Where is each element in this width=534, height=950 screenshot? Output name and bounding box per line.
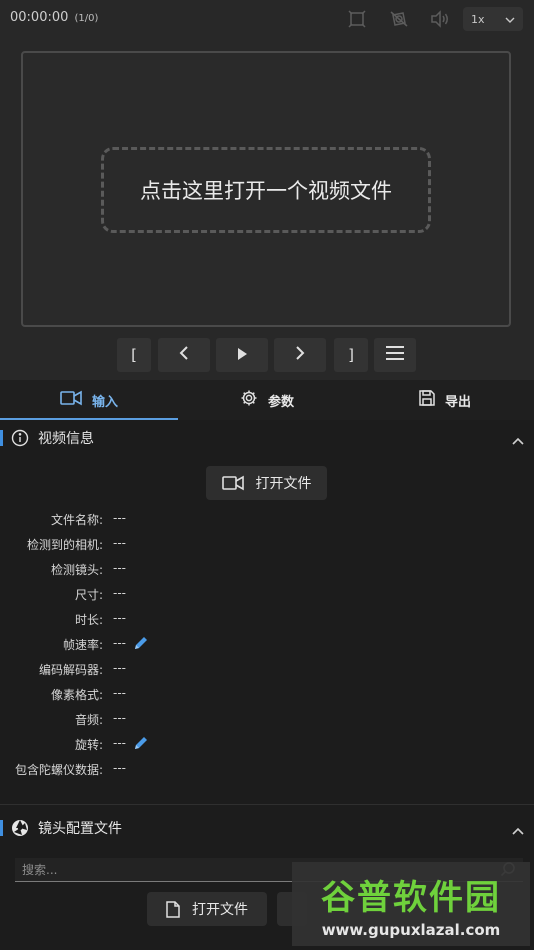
info-row-pixel-format: 像素格式: --- bbox=[0, 683, 534, 708]
info-value: --- bbox=[113, 711, 126, 725]
info-value: --- bbox=[113, 686, 126, 700]
open-video-dropzone[interactable]: 点击这里打开一个视频文件 bbox=[101, 147, 431, 233]
info-row-camera: 检测到的相机: --- bbox=[0, 533, 534, 558]
watermark: 谷普软件园 www.gupuxlazal.com bbox=[292, 862, 530, 946]
next-frame-button[interactable] bbox=[274, 338, 326, 372]
info-row-gyro-data: 包含陀螺仪数据: --- bbox=[0, 758, 534, 783]
info-value: --- bbox=[113, 661, 126, 675]
section-accent-bar bbox=[0, 430, 3, 446]
info-row-audio: 音频: --- bbox=[0, 708, 534, 733]
section-accent-bar bbox=[0, 820, 3, 836]
timecode-value: 00:00:00 bbox=[10, 10, 69, 25]
lens-profile-title: 镜头配置文件 bbox=[38, 821, 122, 837]
fullscreen-icon[interactable] bbox=[347, 9, 367, 29]
info-label: 检测到的相机: bbox=[26, 538, 103, 552]
open-file-label: 打开文件 bbox=[255, 476, 312, 492]
open-file-button[interactable]: 打开文件 bbox=[206, 466, 327, 500]
mark-out-button[interactable]: ] bbox=[334, 338, 368, 372]
info-row-frame-rate: 帧速率: --- bbox=[0, 633, 534, 658]
tab-export-label: 导出 bbox=[444, 394, 471, 410]
mark-in-label: [ bbox=[131, 346, 137, 364]
watermark-logo-text: 谷普软件园 bbox=[321, 877, 501, 918]
volume-icon[interactable] bbox=[430, 9, 450, 29]
save-icon bbox=[419, 390, 435, 410]
edit-pencil-icon[interactable] bbox=[133, 635, 149, 651]
tab-input[interactable]: 输入 bbox=[0, 380, 178, 420]
info-label: 时长: bbox=[74, 613, 103, 627]
video-info-header[interactable]: 视频信息 bbox=[0, 420, 534, 456]
hamburger-menu-icon bbox=[386, 346, 404, 364]
info-value: --- bbox=[113, 561, 126, 575]
info-row-lens: 检测镜头: --- bbox=[0, 558, 534, 583]
playback-speed-select[interactable]: 1x bbox=[463, 7, 523, 31]
info-value: --- bbox=[113, 636, 126, 650]
tab-bar: 输入 参数 导出 bbox=[0, 380, 534, 420]
lens-profile-header[interactable]: 镜头配置文件 bbox=[0, 810, 534, 846]
menu-button[interactable] bbox=[374, 338, 416, 372]
play-icon bbox=[237, 346, 247, 364]
frame-counter: (1/0) bbox=[74, 13, 99, 24]
watermark-url: www.gupuxlazal.com bbox=[321, 920, 501, 939]
gear-icon bbox=[240, 389, 258, 411]
play-button[interactable] bbox=[216, 338, 268, 372]
tab-input-label: 输入 bbox=[91, 394, 118, 410]
playback-speed-value: 1x bbox=[471, 12, 485, 26]
camera-icon bbox=[221, 475, 244, 491]
info-row-dimensions: 尺寸: --- bbox=[0, 583, 534, 608]
tab-export[interactable]: 导出 bbox=[356, 380, 534, 420]
info-label: 音频: bbox=[74, 713, 103, 727]
info-value: --- bbox=[113, 761, 126, 775]
chevron-right-icon bbox=[295, 346, 305, 364]
mark-out-label: ] bbox=[348, 346, 354, 364]
info-label: 编码解码器: bbox=[38, 663, 103, 677]
tab-parameters-label: 参数 bbox=[267, 394, 294, 410]
tab-parameters[interactable]: 参数 bbox=[178, 380, 356, 420]
timecode: 00:00:00 (1/0) bbox=[10, 10, 98, 25]
edit-pencil-icon[interactable] bbox=[133, 735, 149, 751]
section-divider bbox=[0, 804, 534, 805]
info-label: 尺寸: bbox=[74, 588, 103, 602]
info-label: 文件名称: bbox=[50, 513, 103, 527]
info-icon bbox=[11, 429, 29, 447]
info-label: 旋转: bbox=[74, 738, 103, 752]
info-value: --- bbox=[113, 536, 126, 550]
open-lens-file-label: 打开文件 bbox=[192, 902, 248, 918]
top-bar: 00:00:00 (1/0) 1x bbox=[0, 0, 534, 38]
open-lens-file-button[interactable]: 打开文件 bbox=[147, 892, 267, 926]
chevron-up-icon[interactable] bbox=[512, 430, 524, 449]
info-value: --- bbox=[113, 736, 126, 750]
info-label: 像素格式: bbox=[50, 688, 103, 702]
info-value: --- bbox=[113, 586, 126, 600]
previous-frame-button[interactable] bbox=[158, 338, 210, 372]
chevron-down-icon bbox=[505, 13, 515, 26]
stabilize-icon[interactable] bbox=[389, 9, 409, 29]
mark-in-button[interactable]: [ bbox=[117, 338, 151, 372]
info-row-duration: 时长: --- bbox=[0, 608, 534, 633]
info-value: --- bbox=[113, 611, 126, 625]
chevron-up-icon[interactable] bbox=[512, 820, 524, 839]
chevron-left-icon bbox=[179, 346, 189, 364]
file-icon bbox=[166, 900, 180, 918]
info-row-rotation: 旋转: --- bbox=[0, 733, 534, 758]
info-label: 检测镜头: bbox=[50, 563, 103, 577]
info-label: 包含陀螺仪数据: bbox=[14, 763, 103, 777]
info-row-codec: 编码解码器: --- bbox=[0, 658, 534, 683]
info-row-file-name: 文件名称: --- bbox=[0, 508, 534, 533]
info-value: --- bbox=[113, 511, 126, 525]
aperture-icon bbox=[11, 819, 29, 837]
camera-icon bbox=[60, 390, 82, 410]
info-label: 帧速率: bbox=[62, 638, 103, 652]
video-info-title: 视频信息 bbox=[38, 431, 94, 447]
